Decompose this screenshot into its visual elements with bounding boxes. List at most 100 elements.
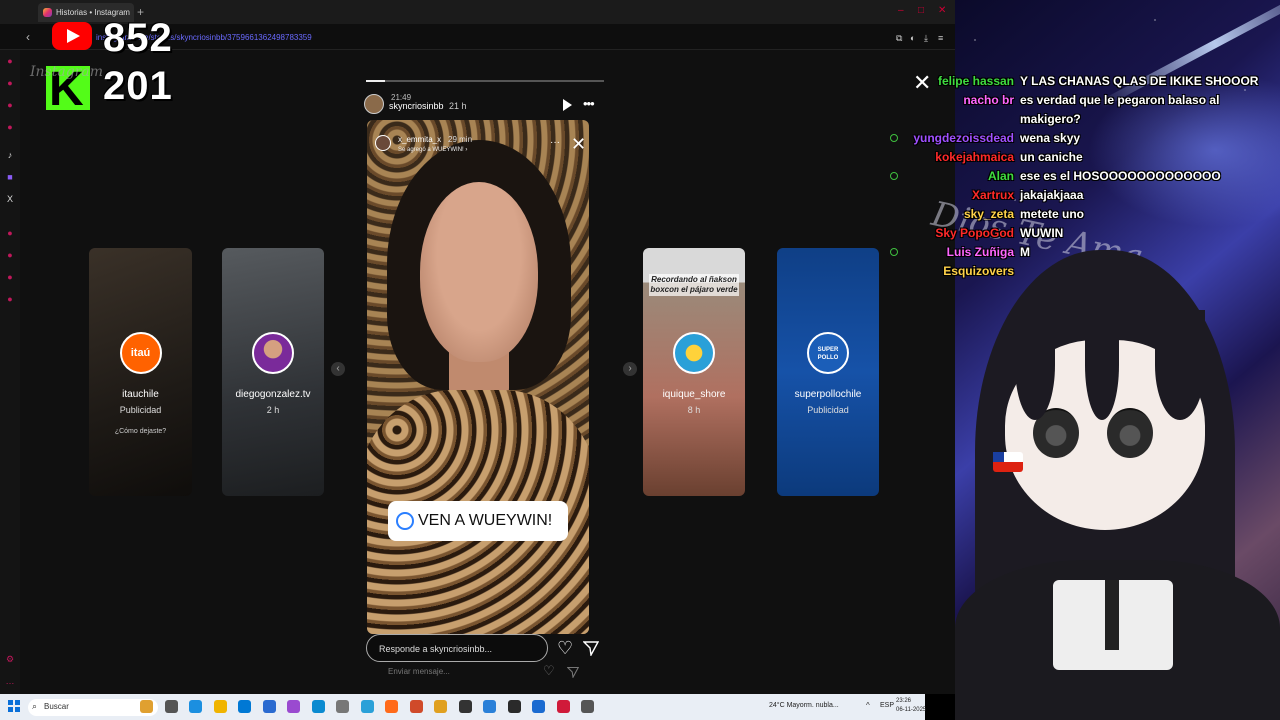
- app-icon[interactable]: [532, 700, 545, 713]
- close-icon[interactable]: ✕: [938, 5, 946, 16]
- browser-icon[interactable]: [311, 700, 325, 713]
- avatar-bang: [1155, 310, 1205, 420]
- more-options-icon[interactable]: •••: [583, 96, 595, 111]
- opera-icon[interactable]: [556, 700, 570, 713]
- profile-icon[interactable]: ◐: [910, 33, 915, 43]
- chat-username: felipe hassan: [937, 74, 1014, 88]
- store-icon[interactable]: [238, 700, 251, 713]
- play-icon[interactable]: [563, 99, 572, 111]
- card-username: iquique_shore: [662, 389, 726, 400]
- chat-message: kokejahmaica un caniche: [880, 150, 1280, 168]
- maximize-icon[interactable]: □: [918, 5, 924, 16]
- download-icon[interactable]: ⤓: [924, 33, 928, 44]
- story-card-iquique-shore[interactable]: Recordando al ñakson boxcon el pájaro ve…: [643, 248, 745, 496]
- story-avatar[interactable]: [364, 94, 384, 114]
- story-card-superpollochile[interactable]: SUPER POLLO superpollochile Publicidad: [777, 248, 879, 496]
- chat-message: yungdezoissdead wena skyy: [880, 131, 1280, 149]
- story-card-itauchile[interactable]: itaú itauchile Publicidad ¿Cómo dejaste?: [89, 248, 192, 496]
- paint-icon[interactable]: [287, 700, 300, 713]
- link-sticker[interactable]: VEN A WUEYWIN!: [388, 501, 568, 541]
- sticker-text: VEN A WUEYWIN!: [418, 512, 553, 529]
- x-icon[interactable]: X: [5, 194, 15, 204]
- language-indicator[interactable]: ESP: [880, 702, 894, 709]
- app-icon[interactable]: [409, 700, 423, 713]
- sidebar-icon[interactable]: ●: [5, 272, 15, 282]
- chrome-icon[interactable]: [434, 700, 447, 713]
- chat-username: Alan: [987, 169, 1014, 183]
- card-username: itauchile: [122, 389, 159, 400]
- inner-subtitle: Se agregó a WUEYWIN! ›: [398, 147, 468, 153]
- chat-message: sky_zeta metete uno: [880, 207, 1280, 225]
- app-icon[interactable]: [581, 700, 594, 713]
- obs-icon[interactable]: [458, 700, 472, 713]
- explorer-icon[interactable]: [213, 700, 227, 713]
- card-sub: Publicidad: [807, 405, 849, 415]
- messenger-icon[interactable]: ●: [5, 56, 15, 66]
- chat-text: ese es el HOSOOOOOOOOOOOOO: [1020, 169, 1221, 183]
- chat-text: metete uno: [1020, 207, 1085, 221]
- twitch-icon[interactable]: ■: [5, 172, 15, 182]
- story-card-diegogonzalez[interactable]: diegogonzalez.tv 2 h: [222, 248, 324, 496]
- avatar-bang: [1015, 310, 1055, 420]
- sidebar-icon[interactable]: ●: [5, 122, 15, 132]
- menu-icon[interactable]: ≡: [938, 33, 943, 43]
- inner-time: 29 min: [448, 135, 473, 144]
- app-icon[interactable]: [507, 700, 521, 713]
- back-icon[interactable]: ‹: [26, 30, 30, 44]
- chat-message: nacho br es verdad que le pegaron balaso …: [880, 93, 1280, 111]
- photos-icon[interactable]: [360, 700, 374, 713]
- like-icon[interactable]: ♡: [557, 638, 573, 659]
- windows-start-icon[interactable]: [8, 700, 20, 712]
- chat-text: un caniche: [1020, 150, 1083, 164]
- avatar-eye: [1107, 408, 1153, 458]
- send-icon: [566, 665, 580, 683]
- chat-message: Luis Zuñiga M: [880, 245, 1280, 263]
- instagram-icon[interactable]: ●: [5, 100, 15, 110]
- next-story-icon[interactable]: ›: [623, 362, 637, 376]
- sidebar-icon[interactable]: ●: [5, 294, 15, 304]
- chat-username: Sky PopoGod: [935, 226, 1014, 240]
- tray-chevron-icon[interactable]: ^: [866, 701, 870, 710]
- sidebar-icon[interactable]: ●: [5, 228, 15, 238]
- weather-widget[interactable]: 24°C Mayorm. nubla...: [769, 702, 839, 709]
- chat-text: es verdad que le pegaron balaso al: [1020, 93, 1220, 107]
- firefox-icon[interactable]: [385, 700, 398, 713]
- settings-icon[interactable]: [336, 700, 349, 713]
- reply-input[interactable]: Responde a skyncriosinbb...: [366, 634, 548, 662]
- tiktok-icon[interactable]: ♪: [5, 150, 15, 160]
- vscode-icon[interactable]: [262, 700, 276, 713]
- instagram-icon: [43, 8, 52, 17]
- send-icon[interactable]: [582, 640, 600, 661]
- more-icon[interactable]: …: [5, 676, 15, 686]
- avatar: [673, 332, 715, 374]
- browser-window: Historias • Instagram + – □ ✕ ‹ instagra…: [0, 0, 955, 694]
- chile-flag-icon: [993, 452, 1023, 472]
- copilot-icon[interactable]: [140, 700, 153, 713]
- chat-username: Esquizovers: [943, 264, 1014, 278]
- app-icon[interactable]: [483, 700, 496, 713]
- extensions-icon[interactable]: ⧉: [896, 33, 902, 44]
- story-progress-fill: [366, 80, 386, 82]
- sidebar-icon[interactable]: ●: [5, 250, 15, 260]
- avatar-bang: [1085, 310, 1119, 420]
- minimize-icon[interactable]: –: [898, 5, 904, 16]
- chat-message: felipe hassan Y LAS CHANAS QLAS DE IKIKE …: [880, 74, 1280, 92]
- taskbar-clock[interactable]: 23:26 06-11-2025: [896, 697, 926, 715]
- photo-face: [420, 182, 538, 362]
- story-username[interactable]: skyncriosinbb: [389, 101, 444, 111]
- card-caption: ¿Cómo dejaste?: [114, 428, 167, 435]
- card-banner: Recordando al ñakson boxcon el pájaro ve…: [649, 274, 739, 296]
- settings-icon[interactable]: ⚙: [5, 654, 15, 664]
- chat-text: wena skyy: [1020, 131, 1081, 145]
- task-view-icon[interactable]: [164, 700, 178, 713]
- prev-story-icon[interactable]: ‹: [331, 362, 345, 376]
- taskbar-search[interactable]: ⌕ Buscar: [28, 699, 158, 716]
- avatar-tie: [1105, 580, 1119, 650]
- inner-close-icon: ✕: [571, 134, 587, 154]
- avatar: [252, 332, 294, 374]
- whatsapp-icon[interactable]: ●: [5, 78, 15, 88]
- chat-text: jakajakjaaa: [1020, 188, 1084, 202]
- story-photo[interactable]: [367, 120, 589, 634]
- edge-icon[interactable]: [189, 700, 202, 713]
- chat-username: Xartrux: [971, 188, 1014, 202]
